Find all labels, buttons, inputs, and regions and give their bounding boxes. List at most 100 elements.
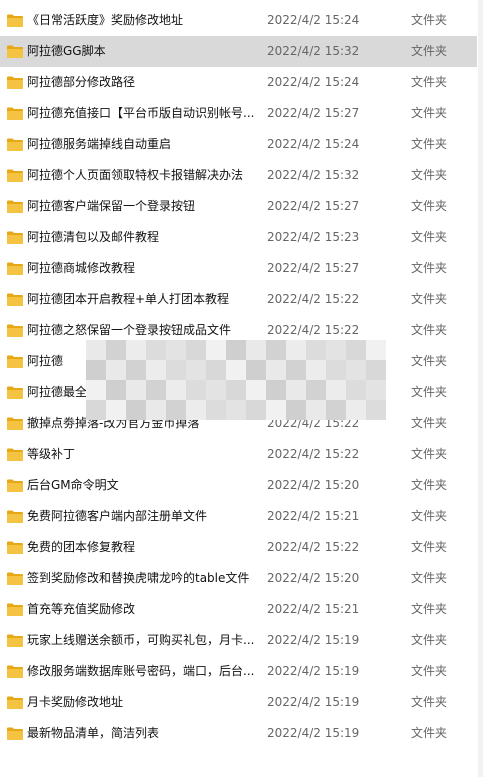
folder-icon [7,45,23,58]
file-name: 阿拉德清包以及邮件教程 [27,230,160,244]
file-type: 文件夹 [411,13,448,27]
modified-date: 2022/4/2 15:19 [267,633,360,647]
mosaic-block [126,360,146,380]
file-row[interactable]: 免费的团本修复教程 2022/4/2 15:22 文件夹 [0,532,477,563]
file-type: 文件夹 [411,292,448,306]
mosaic-block [166,400,186,420]
file-type: 文件夹 [411,509,448,523]
file-row[interactable]: 《日常活跃度》奖励修改地址 2022/4/2 15:24 文件夹 [0,5,477,36]
file-type: 文件夹 [411,447,448,461]
modified-date: 2022/4/2 15:32 [267,44,360,58]
file-row[interactable]: 免费阿拉德客户端内部注册单文件 2022/4/2 15:21 文件夹 [0,501,477,532]
file-row[interactable]: 月卡奖励修改地址 2022/4/2 15:19 文件夹 [0,687,477,718]
mosaic-block [246,360,266,380]
file-name: 月卡奖励修改地址 [27,695,124,709]
modified-date: 2022/4/2 15:22 [267,292,360,306]
file-name: 免费的团本修复教程 [27,540,136,554]
mosaic-block [306,400,326,420]
file-name: 签到奖励修改和替换虎啸龙吟的table文件 [27,571,250,585]
file-type: 文件夹 [411,168,448,182]
file-row[interactable]: 后台GM命令明文 2022/4/2 15:20 文件夹 [0,470,477,501]
mosaic-block [106,380,126,400]
file-row[interactable]: 玩家上线赠送余额币，可购买礼包，月卡... 2022/4/2 15:19 文件夹 [0,625,477,656]
file-name: 首充等充值奖励修改 [27,602,136,616]
file-row[interactable]: 阿拉德团本开启教程+单人打团本教程 2022/4/2 15:22 文件夹 [0,284,477,315]
file-row[interactable]: 阿拉德充值接口【平台币版自动识别帐号... 2022/4/2 15:27 文件夹 [0,98,477,129]
file-name: 等级补丁 [27,447,76,461]
mosaic-block [346,360,366,380]
mosaic-block [146,340,166,360]
file-row[interactable]: 等级补丁 2022/4/2 15:22 文件夹 [0,439,477,470]
file-type: 文件夹 [411,602,448,616]
mosaic-block [186,340,206,360]
mosaic-block [86,360,106,380]
mosaic-block [286,360,306,380]
file-row[interactable]: 阿拉德商城修改教程 2022/4/2 15:27 文件夹 [0,253,477,284]
modified-date: 2022/4/2 15:19 [267,726,360,740]
modified-date: 2022/4/2 15:24 [267,75,360,89]
mosaic-block [306,340,326,360]
mosaic-block [286,340,306,360]
mosaic-block [226,360,246,380]
file-type: 文件夹 [411,540,448,554]
folder-icon [7,448,23,461]
folder-icon [7,324,23,337]
file-type: 文件夹 [411,726,448,740]
mosaic-block [86,340,106,360]
folder-icon [7,727,23,740]
file-type: 文件夹 [411,137,448,151]
file-type: 文件夹 [411,199,448,213]
file-row[interactable]: 阿拉德服务端掉线自动重启 2022/4/2 15:24 文件夹 [0,129,477,160]
folder-icon [7,138,23,151]
file-row[interactable]: 首充等充值奖励修改 2022/4/2 15:21 文件夹 [0,594,477,625]
file-row[interactable]: 最新物品清单，简洁列表 2022/4/2 15:19 文件夹 [0,718,477,749]
file-type: 文件夹 [411,323,448,337]
mosaic-block [246,380,266,400]
file-row[interactable]: 阿拉德个人页面领取特权卡报错解决办法 2022/4/2 15:32 文件夹 [0,160,477,191]
mosaic-block [106,360,126,380]
mosaic-block [126,380,146,400]
file-name: 最新物品清单，简洁列表 [27,726,160,740]
file-type: 文件夹 [411,478,448,492]
folder-icon [7,76,23,89]
modified-date: 2022/4/2 15:21 [267,509,360,523]
file-type: 文件夹 [411,633,448,647]
file-type: 文件夹 [411,354,448,368]
folder-icon [7,479,23,492]
file-row[interactable]: 签到奖励修改和替换虎啸龙吟的table文件 2022/4/2 15:20 文件夹 [0,563,477,594]
file-row[interactable]: 阿拉德部分修改路径 2022/4/2 15:24 文件夹 [0,67,477,98]
mosaic-block [326,400,346,420]
mosaic-block [186,380,206,400]
file-name: 阿拉德GG脚本 [27,44,106,58]
file-type: 文件夹 [411,416,448,430]
folder-icon [7,417,23,430]
file-name: 修改服务端数据库账号密码，端口，后台... [27,664,255,678]
scrollbar-track[interactable] [478,0,483,777]
modified-date: 2022/4/2 15:27 [267,199,360,213]
mosaic-block [266,400,286,420]
file-name: 阿拉德充值接口【平台币版自动识别帐号... [27,106,255,120]
file-row[interactable]: 阿拉德清包以及邮件教程 2022/4/2 15:23 文件夹 [0,222,477,253]
mosaic-block [166,380,186,400]
mosaic-block [186,360,206,380]
file-row[interactable]: 阿拉德GG脚本 2022/4/2 15:32 文件夹 [0,36,477,67]
mosaic-block [246,400,266,420]
modified-date: 2022/4/2 15:24 [267,13,360,27]
file-row[interactable]: 修改服务端数据库账号密码，端口，后台... 2022/4/2 15:19 文件夹 [0,656,477,687]
folder-icon [7,665,23,678]
mosaic-block [226,340,246,360]
mosaic-block [326,380,346,400]
mosaic-block [166,340,186,360]
file-name: 阿拉德商城修改教程 [27,261,136,275]
file-row[interactable]: 阿拉德客户端保留一个登录按钮 2022/4/2 15:27 文件夹 [0,191,477,222]
file-type: 文件夹 [411,44,448,58]
folder-icon [7,355,23,368]
file-type: 文件夹 [411,695,448,709]
mosaic-block [146,380,166,400]
folder-icon [7,696,23,709]
mosaic-block [206,340,226,360]
modified-date: 2022/4/2 15:27 [267,106,360,120]
file-name: 阿拉德个人页面领取特权卡报错解决办法 [27,168,244,182]
mosaic-block [106,340,126,360]
file-name: 免费阿拉德客户端内部注册单文件 [27,509,208,523]
